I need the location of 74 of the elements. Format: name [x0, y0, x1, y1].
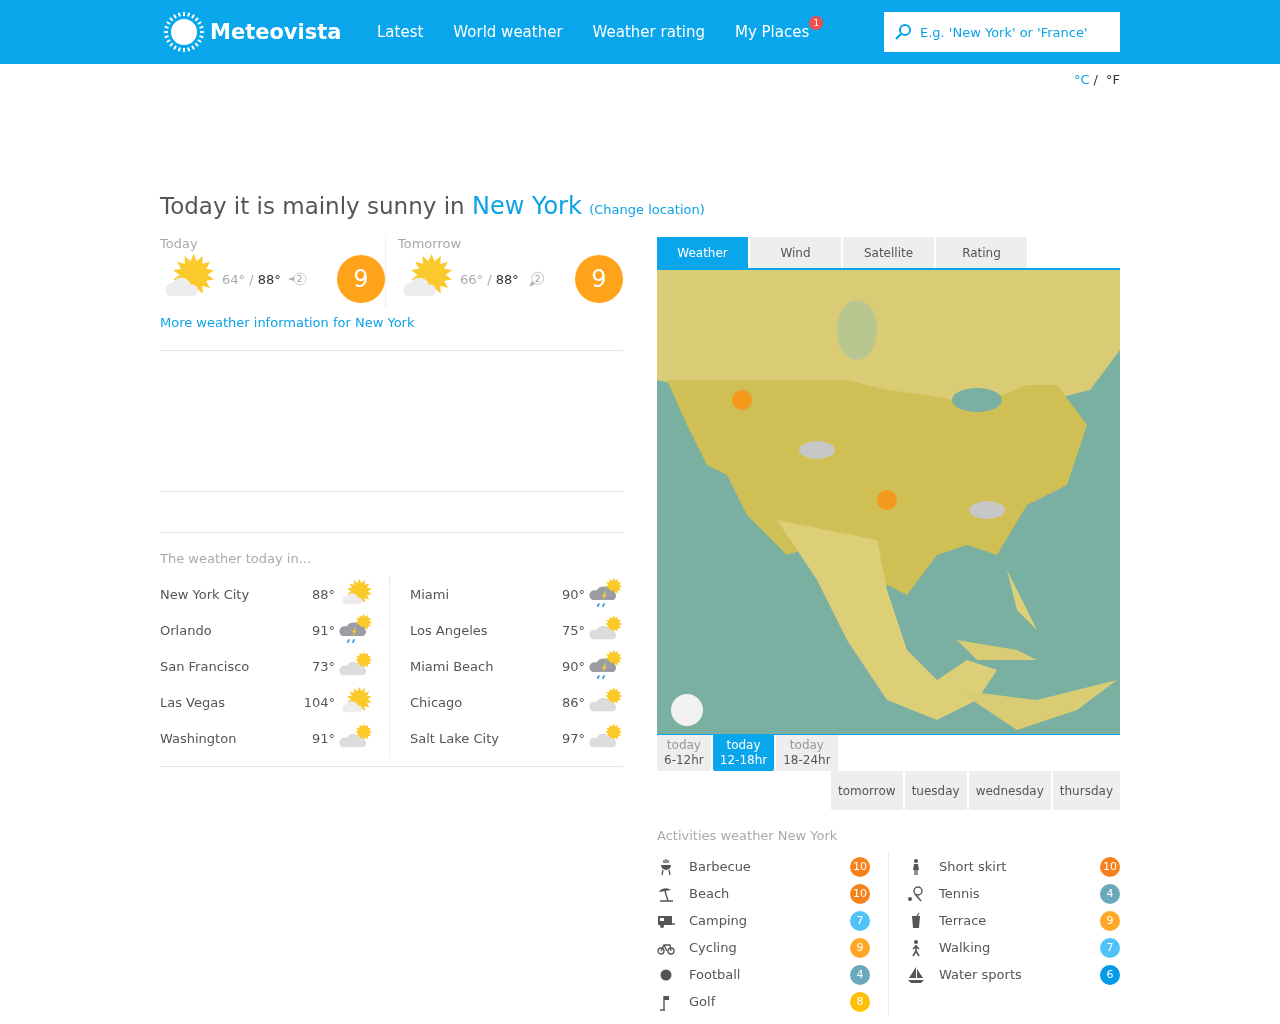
sun-logo-icon — [162, 10, 206, 54]
activity-score: 6 — [1100, 964, 1120, 985]
section-title: The weather today in... — [160, 551, 313, 566]
activity-name: Water sports — [939, 967, 1023, 982]
day-label: Today — [160, 236, 199, 251]
day-tab[interactable]: tomorrow — [831, 771, 903, 810]
city-temperature: 91° — [311, 622, 335, 638]
activity-name: Beach — [689, 886, 731, 901]
activity-name: Football — [689, 967, 742, 982]
activity-name: Terrace — [939, 913, 988, 928]
city-link[interactable]: Orlando — [160, 622, 312, 638]
city-link[interactable]: San Francisco — [160, 658, 312, 674]
search-field[interactable]: E.g. 'New York' or 'France' — [884, 12, 1120, 52]
activity-score: 8 — [850, 991, 870, 1012]
map-tab[interactable]: Rating — [936, 237, 1027, 268]
map-tab[interactable]: Wind — [750, 237, 841, 268]
high-temperature: 88° — [495, 271, 519, 287]
city-link[interactable]: Washington — [160, 730, 312, 746]
city-temperature: 75° — [561, 622, 585, 638]
section-title: Activities weather New York — [657, 828, 839, 843]
low-temperature: 66° — [460, 271, 484, 287]
temperature-separator: / — [249, 271, 254, 287]
day-tab[interactable]: tuesday — [904, 771, 967, 810]
activity-name: Barbecue — [689, 859, 752, 874]
low-temperature: 64° — [222, 271, 246, 287]
city-link[interactable]: Salt Lake City — [410, 730, 562, 746]
high-temperature: 88° — [257, 271, 281, 287]
city-link[interactable]: Las Vegas — [160, 694, 304, 710]
unit-separator: / — [1093, 72, 1098, 87]
activity-name: Golf — [689, 994, 717, 1009]
activity-score: 4 — [1100, 883, 1120, 904]
map-tab[interactable]: Satellite — [843, 237, 934, 268]
day-label: Tomorrow — [398, 236, 463, 251]
headline: Today it is mainly sunny in — [160, 193, 465, 219]
city-temperature: 97° — [561, 730, 585, 746]
city-link[interactable]: New York City — [160, 586, 312, 602]
wind-force: 2 — [534, 274, 541, 284]
city-link[interactable]: Chicago — [410, 694, 562, 710]
city-link[interactable]: Los Angeles — [410, 622, 562, 638]
weather-rating: 9 — [337, 255, 385, 303]
notification-badge: 1 — [809, 16, 824, 30]
activity-score: 10 — [1100, 856, 1120, 877]
time-tab[interactable]: today 18-24hr — [776, 735, 838, 771]
activity-name: Short skirt — [939, 859, 1008, 874]
activity-score: 10 — [850, 883, 870, 904]
activity-name: Tennis — [939, 886, 981, 901]
activity-score: 7 — [1100, 937, 1120, 958]
unit-link[interactable]: °F — [1106, 72, 1120, 87]
time-tab[interactable]: today 6-12hr — [657, 735, 711, 771]
wind-force: 2 — [296, 274, 303, 284]
activity-score: 9 — [850, 937, 870, 958]
city-temperature: 90° — [561, 586, 585, 602]
activity-score: 4 — [850, 964, 870, 985]
city-temperature: 73° — [311, 658, 335, 674]
activity-name: Cycling — [689, 940, 738, 955]
activity-name: Walking — [939, 940, 992, 955]
activity-name: Camping — [689, 913, 749, 928]
day-tab[interactable]: wednesday — [968, 771, 1051, 810]
activity-score: 7 — [850, 910, 870, 931]
boat-icon — [907, 965, 925, 984]
city-temperature: 86° — [561, 694, 585, 710]
racket-icon — [907, 884, 925, 903]
city-link[interactable]: Miami Beach — [410, 658, 562, 674]
day-tab[interactable]: thursday — [1052, 771, 1120, 810]
activity-score: 9 — [1100, 910, 1120, 931]
activity-score: 10 — [850, 856, 870, 877]
temperature-separator: / — [487, 271, 492, 287]
city-temperature: 90° — [561, 658, 585, 674]
search-icon — [894, 23, 912, 41]
city-link[interactable]: Miami — [410, 586, 562, 602]
city-temperature: 88° — [311, 586, 335, 602]
city-temperature: 104° — [303, 694, 335, 710]
city-temperature: 91° — [311, 730, 335, 746]
weather-rating: 9 — [575, 255, 623, 303]
